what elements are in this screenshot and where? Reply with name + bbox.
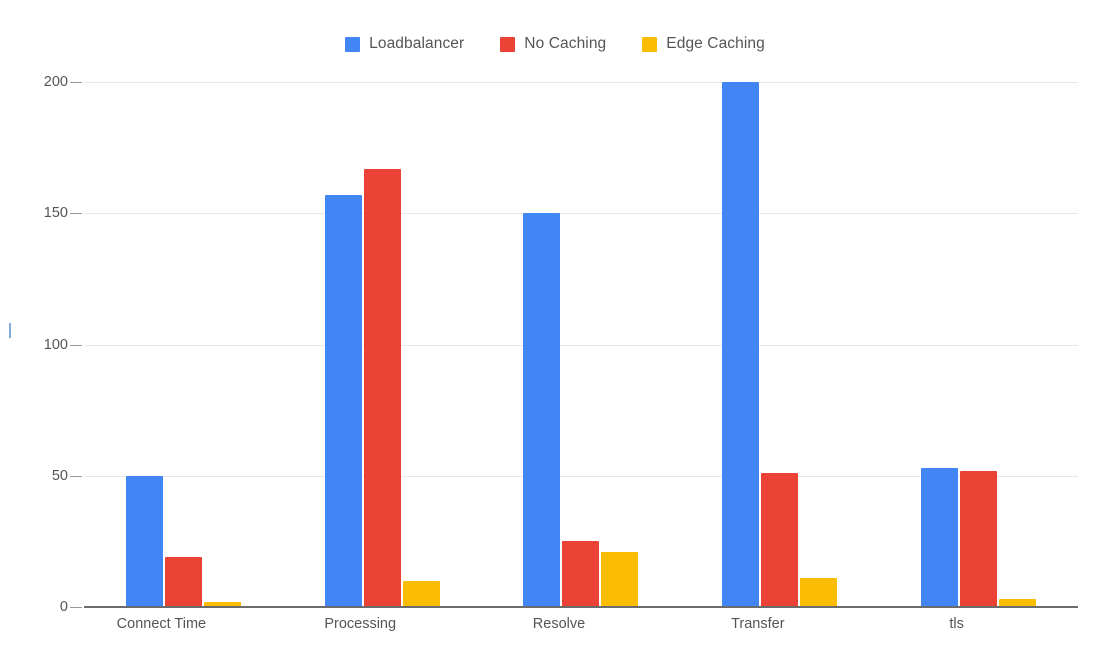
y-axis-tick-mark — [70, 607, 82, 608]
bar[interactable] — [523, 213, 561, 607]
x-axis-category-label: Transfer — [731, 616, 785, 632]
bar-group — [879, 82, 1078, 607]
bar-group — [680, 82, 879, 607]
y-axis-tick-mark — [70, 344, 82, 346]
bar-group — [84, 82, 283, 607]
x-axis-category-label: Processing — [324, 616, 397, 632]
legend-item-no-caching[interactable]: No Caching — [500, 35, 606, 53]
x-axis-category-label: tls — [949, 616, 964, 632]
y-axis-tick-label: 100 — [43, 336, 68, 353]
bar[interactable] — [562, 541, 600, 607]
bar[interactable] — [402, 580, 440, 607]
y-axis-tick-label: 200 — [43, 74, 68, 90]
bar-group — [283, 82, 482, 607]
legend-swatch-icon — [345, 36, 361, 52]
x-axis-line — [84, 606, 1078, 608]
bar-chart: Loadbalancer No Caching Edge Caching 0 50 10… — [0, 0, 1110, 667]
x-axis-category-label: Connect Time — [116, 616, 207, 632]
chart-legend: Loadbalancer No Caching Edge Caching — [0, 31, 1110, 57]
legend-item-label: Loadbalancer — [369, 35, 465, 52]
legend-item-edge-caching[interactable]: Edge Caching — [642, 35, 765, 53]
legend-item-loadbalancer[interactable]: Loadbalancer — [345, 35, 464, 53]
bar[interactable] — [722, 82, 760, 607]
y-axis-tick-mark — [70, 475, 82, 477]
bar[interactable] — [125, 475, 163, 607]
bar[interactable] — [324, 194, 362, 607]
bar[interactable] — [800, 578, 838, 607]
y-axis-tick-label: 0 — [59, 599, 68, 615]
legend-item-label: Edge Caching — [666, 35, 765, 52]
y-axis-tick-label: 150 — [43, 205, 68, 222]
legend-item-label: No Caching — [524, 35, 607, 52]
bar[interactable] — [960, 470, 998, 607]
plot-area — [84, 82, 1078, 607]
y-axis-tick-label: 50 — [51, 467, 68, 484]
bar[interactable] — [601, 551, 639, 607]
x-axis-category-label: Resolve — [532, 616, 586, 632]
bar[interactable] — [363, 168, 401, 607]
legend-swatch-icon — [500, 36, 516, 52]
bar-group — [482, 82, 681, 607]
bar[interactable] — [761, 473, 799, 607]
y-axis-tick-mark — [70, 213, 82, 215]
bar[interactable] — [921, 467, 959, 607]
y-axis-tick-mark — [70, 82, 82, 83]
bar[interactable] — [164, 557, 202, 607]
legend-swatch-icon — [642, 36, 658, 52]
